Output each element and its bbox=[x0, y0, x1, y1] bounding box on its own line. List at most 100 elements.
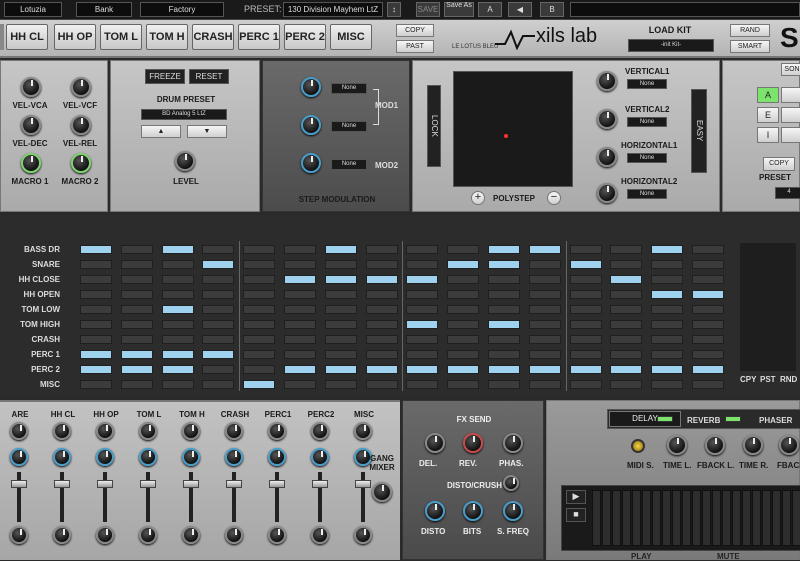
step-cell[interactable] bbox=[447, 245, 480, 254]
step-cell[interactable] bbox=[80, 335, 112, 344]
vel-vca-knob[interactable] bbox=[21, 77, 41, 97]
send-reverb-knob[interactable] bbox=[463, 433, 483, 453]
sample-freq-knob[interactable] bbox=[503, 501, 523, 521]
step-cell[interactable] bbox=[406, 275, 439, 284]
step-cell[interactable] bbox=[569, 380, 602, 389]
ab-back-icon[interactable]: ◀ bbox=[508, 2, 532, 17]
tab-tom-h[interactable]: TOM H bbox=[146, 24, 188, 50]
step-cell[interactable] bbox=[284, 365, 316, 374]
step-cell[interactable] bbox=[120, 275, 153, 284]
tab-phaser[interactable]: PHASER bbox=[759, 416, 792, 425]
keyboard-key[interactable] bbox=[632, 490, 641, 546]
step-cell[interactable] bbox=[243, 335, 276, 344]
vertical2-dest[interactable]: None bbox=[627, 117, 667, 127]
macro-1-knob[interactable] bbox=[21, 153, 41, 173]
vel-rel-knob[interactable] bbox=[71, 115, 91, 135]
step-cell[interactable] bbox=[324, 245, 357, 254]
keyboard-key[interactable] bbox=[682, 490, 691, 546]
step-cell[interactable] bbox=[406, 380, 439, 389]
step-cell[interactable] bbox=[365, 335, 398, 344]
keyboard-key[interactable] bbox=[652, 490, 661, 546]
user-field[interactable]: Lotuzia bbox=[4, 2, 62, 17]
time-r-knob[interactable] bbox=[743, 435, 763, 455]
step-cell[interactable] bbox=[365, 245, 398, 254]
step-cell[interactable] bbox=[692, 320, 724, 329]
step-cell[interactable] bbox=[243, 365, 276, 374]
step-cell[interactable] bbox=[651, 335, 684, 344]
drum-preset-display[interactable]: BD Analog 5 LtZ bbox=[141, 109, 227, 120]
disto-knob[interactable] bbox=[425, 501, 445, 521]
step-cell[interactable] bbox=[651, 260, 684, 269]
vertical2-knob[interactable] bbox=[597, 109, 617, 129]
xy-cursor-icon[interactable] bbox=[504, 134, 508, 138]
step-cell[interactable] bbox=[406, 350, 439, 359]
mixer-output-knob[interactable] bbox=[10, 526, 28, 544]
bits-knob[interactable] bbox=[463, 501, 483, 521]
step-cell[interactable] bbox=[202, 245, 235, 254]
mixer-send-knob[interactable] bbox=[311, 448, 329, 466]
mixer-pan-knob[interactable] bbox=[139, 422, 157, 440]
keyboard-key[interactable] bbox=[762, 490, 771, 546]
bank-selector[interactable]: Bank bbox=[76, 2, 132, 17]
step-cell[interactable] bbox=[202, 350, 235, 359]
pad-i-button[interactable]: I bbox=[757, 127, 779, 143]
step-cell[interactable] bbox=[284, 275, 316, 284]
mixer-output-knob[interactable] bbox=[354, 526, 372, 544]
preset-down-icon[interactable]: ▼ bbox=[187, 125, 227, 138]
vertical1-knob[interactable] bbox=[597, 71, 617, 91]
step-cell[interactable] bbox=[488, 245, 520, 254]
step-cell[interactable] bbox=[161, 320, 194, 329]
step-cell[interactable] bbox=[528, 305, 561, 314]
step-cell[interactable] bbox=[610, 260, 643, 269]
step-cell[interactable] bbox=[161, 290, 194, 299]
tab-perc-1[interactable]: PERC 1 bbox=[238, 24, 280, 50]
gang-mixer-knob[interactable] bbox=[372, 482, 392, 502]
step-mod-dest-3[interactable]: None bbox=[331, 159, 367, 170]
step-cell[interactable] bbox=[610, 305, 643, 314]
keyboard-key[interactable] bbox=[782, 490, 791, 546]
step-cell[interactable] bbox=[80, 350, 112, 359]
step-cell[interactable] bbox=[243, 275, 276, 284]
step-cell[interactable] bbox=[692, 245, 724, 254]
step-cell[interactable] bbox=[528, 350, 561, 359]
step-cell[interactable] bbox=[692, 290, 724, 299]
tab-crash[interactable]: CRASH bbox=[192, 24, 234, 50]
step-cell[interactable] bbox=[243, 380, 276, 389]
step-cell[interactable] bbox=[651, 365, 684, 374]
mixer-output-knob[interactable] bbox=[311, 526, 329, 544]
step-cell[interactable] bbox=[569, 260, 602, 269]
step-cell[interactable] bbox=[488, 380, 520, 389]
mixer-pan-knob[interactable] bbox=[268, 422, 286, 440]
step-cell[interactable] bbox=[406, 245, 439, 254]
step-cell[interactable] bbox=[324, 305, 357, 314]
step-cell[interactable] bbox=[202, 335, 235, 344]
ab-a-button[interactable]: A bbox=[478, 2, 502, 17]
pad-e-button[interactable]: E bbox=[757, 107, 779, 123]
keyboard-key[interactable] bbox=[602, 490, 611, 546]
horizontal1-dest[interactable]: None bbox=[627, 153, 667, 163]
son-button[interactable]: SON bbox=[781, 63, 800, 76]
mixer-fader[interactable] bbox=[355, 480, 371, 488]
step-cell[interactable] bbox=[569, 290, 602, 299]
mixer-send-knob[interactable] bbox=[10, 448, 28, 466]
step-cell[interactable] bbox=[161, 380, 194, 389]
step-cell[interactable] bbox=[202, 260, 235, 269]
step-cell[interactable] bbox=[651, 350, 684, 359]
pad-a-extra[interactable] bbox=[781, 87, 800, 103]
horizontal1-knob[interactable] bbox=[597, 147, 617, 167]
step-cell[interactable] bbox=[365, 260, 398, 269]
step-cell[interactable] bbox=[243, 305, 276, 314]
save-button[interactable]: SAVE bbox=[416, 2, 440, 17]
tab-perc-2[interactable]: PERC 2 bbox=[284, 24, 326, 50]
step-cell[interactable] bbox=[365, 320, 398, 329]
mixer-output-knob[interactable] bbox=[225, 526, 243, 544]
preset-up-icon[interactable]: ▲ bbox=[141, 125, 181, 138]
step-cell[interactable] bbox=[447, 380, 480, 389]
step-cell[interactable] bbox=[324, 380, 357, 389]
step-cell[interactable] bbox=[528, 320, 561, 329]
step-cell[interactable] bbox=[651, 320, 684, 329]
mixer-send-knob[interactable] bbox=[53, 448, 71, 466]
step-cell[interactable] bbox=[528, 260, 561, 269]
keyboard-key[interactable] bbox=[752, 490, 761, 546]
preset-stepper[interactable]: ↕ bbox=[387, 2, 401, 17]
